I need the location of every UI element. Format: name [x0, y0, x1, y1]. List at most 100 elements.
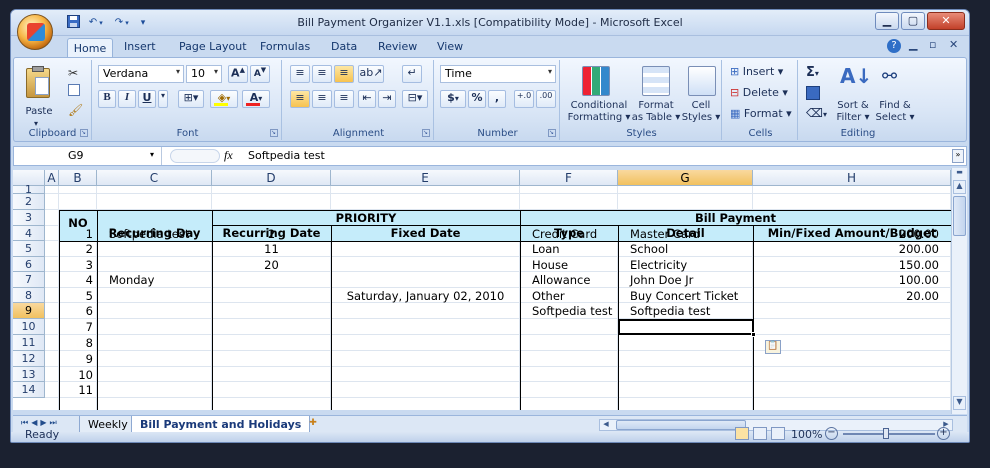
tab-page-layout[interactable]: Page Layout — [179, 40, 247, 53]
formula-input[interactable]: Softpedia test — [248, 149, 325, 162]
paste-icon[interactable] — [26, 66, 50, 98]
row-header-3[interactable]: 3 — [13, 210, 45, 226]
cell-no[interactable]: 5 — [59, 289, 97, 303]
row-header-4[interactable]: 4 — [13, 226, 45, 241]
cell-detail[interactable]: Master Card — [618, 227, 753, 241]
col-header-a[interactable]: A — [45, 170, 59, 186]
grow-font-button[interactable]: A▲ — [228, 65, 248, 83]
font-size-select[interactable]: 10 ▾ — [186, 65, 222, 83]
format-painter-icon[interactable]: 🖌 — [68, 103, 83, 117]
number-format-select[interactable]: Time ▾ — [440, 65, 556, 83]
row-header-5[interactable]: 5 — [13, 241, 45, 257]
align-left-icon[interactable]: ≡ — [290, 90, 310, 108]
paste-label[interactable]: Paste — [22, 106, 56, 118]
cell-no[interactable]: 9 — [59, 352, 97, 366]
priority-header[interactable]: PRIORITY — [212, 211, 520, 225]
cut-icon[interactable]: ✂ — [68, 66, 78, 80]
format-cells-button[interactable]: ▦ Format ▾ — [730, 107, 792, 120]
cell-amount[interactable]: 200.00 — [753, 227, 951, 241]
save-icon[interactable] — [65, 15, 81, 31]
fixed-date-header[interactable]: Fixed Date — [331, 226, 520, 240]
cell-amount[interactable]: 100.00 — [753, 273, 951, 287]
font-color-button[interactable]: A▾ — [242, 90, 270, 108]
cell-type[interactable]: Allowance — [520, 273, 618, 287]
tab-home[interactable]: Home — [67, 38, 113, 59]
zoom-slider[interactable] — [843, 433, 935, 435]
find-select-button[interactable]: Find & Select ▾ — [874, 100, 916, 124]
decrease-decimal-icon[interactable]: .00 — [536, 90, 556, 108]
col-header-h[interactable]: H — [753, 170, 951, 186]
fill-color-button[interactable]: ◈▾ — [210, 90, 238, 108]
row-header-8[interactable]: 8 — [13, 288, 45, 303]
split-box-icon[interactable]: ▬ — [953, 168, 966, 178]
increase-decimal-icon[interactable]: +.0 — [514, 90, 534, 108]
tab-data[interactable]: Data — [331, 40, 357, 53]
cell-type[interactable]: House — [520, 258, 618, 272]
col-header-c[interactable]: C — [97, 170, 212, 186]
cell-no[interactable]: 1 — [59, 227, 97, 241]
row-header-7[interactable]: 7 — [13, 272, 45, 288]
cell-no[interactable]: 10 — [59, 368, 97, 382]
bill-payment-header[interactable]: Bill Payment — [520, 211, 951, 225]
autosum-icon[interactable]: Σ▾ — [806, 65, 819, 80]
cell-detail[interactable]: Electricity — [618, 258, 753, 272]
row-header-14[interactable]: 14 — [13, 382, 45, 398]
copy-icon[interactable] — [68, 84, 80, 96]
sheet-tab-weekly[interactable]: Weekly — [79, 416, 137, 433]
cell-no[interactable]: 11 — [59, 383, 97, 397]
zoom-out-icon[interactable]: − — [825, 427, 838, 440]
redo-dropdown-icon[interactable]: ▾ — [123, 15, 131, 31]
decrease-indent-icon[interactable]: ⇤ — [358, 90, 376, 108]
font-family-select[interactable]: Verdana ▾ — [98, 65, 184, 83]
row-header-1[interactable]: 1 — [13, 184, 45, 195]
alignment-launcher-icon[interactable]: ↘ — [422, 129, 430, 137]
ribbon-minimize-icon[interactable]: ▁ — [909, 38, 917, 51]
tab-review[interactable]: Review — [378, 40, 417, 53]
cell-day[interactable]: Softpedia test — [97, 227, 212, 241]
insert-function-icon[interactable]: fx — [224, 148, 233, 163]
col-header-e[interactable]: E — [331, 170, 520, 186]
shrink-font-button[interactable]: A▼ — [250, 65, 270, 83]
cell-date[interactable]: 20 — [212, 258, 331, 272]
ribbon-restore-icon[interactable]: ▫ — [929, 38, 936, 51]
cell-amount[interactable]: 200.00 — [753, 242, 951, 256]
comma-button[interactable]: , — [488, 90, 506, 108]
cell-detail[interactable]: Buy Concert Ticket — [618, 289, 753, 303]
clear-icon[interactable]: ⌫▾ — [806, 106, 827, 120]
cell-amount[interactable]: 20.00 — [753, 289, 951, 303]
underline-dropdown-icon[interactable]: ▾ — [158, 90, 168, 108]
scroll-down-icon[interactable]: ▼ — [953, 396, 966, 410]
cell-no[interactable]: 4 — [59, 273, 97, 287]
align-bottom-icon[interactable]: ≡ — [334, 65, 354, 83]
tab-insert[interactable]: Insert — [124, 40, 156, 53]
cell-amount[interactable]: 150.00 — [753, 258, 951, 272]
row-header-10[interactable]: 10 — [13, 319, 45, 335]
fill-handle[interactable] — [751, 332, 756, 337]
zoom-in-icon[interactable]: + — [937, 427, 950, 440]
name-box[interactable]: G9 ▾ — [14, 147, 162, 165]
h-scroll-thumb[interactable] — [616, 420, 746, 430]
cell-no[interactable]: 7 — [59, 320, 97, 334]
conditional-formatting-icon[interactable] — [582, 66, 610, 96]
align-right-icon[interactable]: ≡ — [334, 90, 354, 108]
page-break-view-icon[interactable] — [771, 427, 785, 440]
insert-sheet-icon[interactable]: ✚ — [303, 418, 323, 432]
zoom-level[interactable]: 100% — [791, 428, 822, 441]
insert-cells-button[interactable]: ⊞ Insert ▾ — [730, 65, 783, 78]
delete-cells-button[interactable]: ⊟ Delete ▾ — [730, 86, 788, 99]
scroll-thumb[interactable] — [953, 196, 966, 236]
paste-options-icon[interactable]: 📋 — [765, 340, 781, 354]
clipboard-launcher-icon[interactable]: ↘ — [80, 129, 88, 137]
italic-button[interactable]: I — [118, 90, 136, 108]
conditional-formatting-button[interactable]: Conditional Formatting ▾ — [566, 100, 632, 124]
vertical-scrollbar[interactable]: ▬ ▲ ▼ — [951, 168, 967, 414]
underline-button[interactable]: U — [138, 90, 156, 108]
col-header-d[interactable]: D — [212, 170, 331, 186]
office-button[interactable] — [17, 14, 53, 50]
row-header-6[interactable]: 6 — [13, 257, 45, 272]
sort-filter-icon[interactable]: A↓ — [840, 64, 872, 88]
tab-view[interactable]: View — [437, 40, 463, 53]
col-header-f[interactable]: F — [520, 170, 618, 186]
row-header-12[interactable]: 12 — [13, 351, 45, 367]
cell-styles-icon[interactable] — [688, 66, 716, 96]
